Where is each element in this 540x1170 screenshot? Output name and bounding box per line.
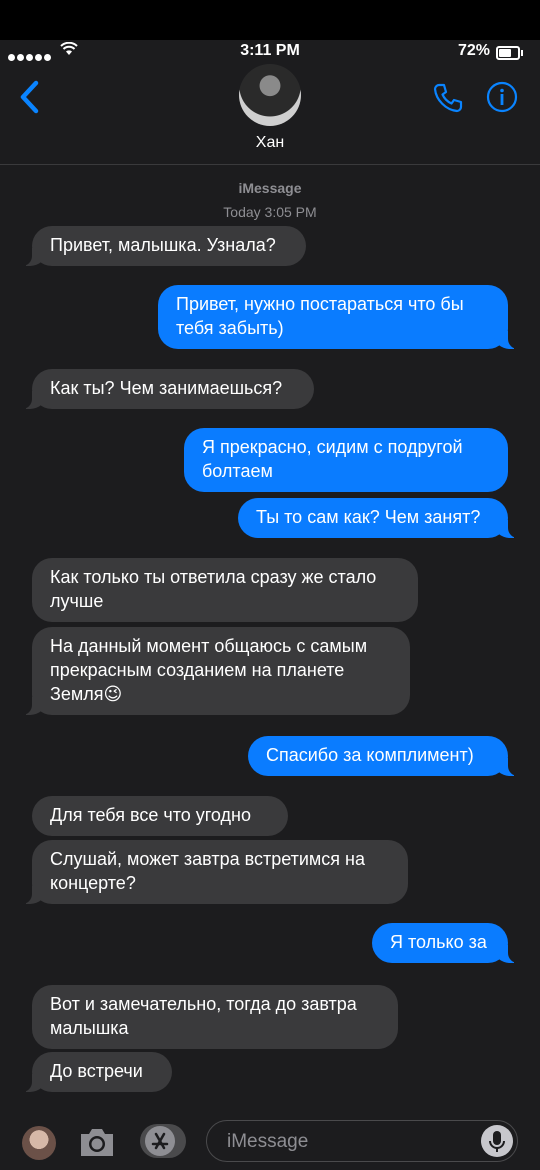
composer-bar xyxy=(0,1112,540,1170)
message-text: Как только ты ответила сразу же стало лу… xyxy=(50,567,377,611)
message-text: Привет, нужно постараться что бы тебя за… xyxy=(176,294,464,338)
info-icon xyxy=(486,81,518,113)
message-bubble[interactable]: Я прекрасно, сидим с подругой болтаем xyxy=(184,428,508,492)
message-text: Привет, малышка. Узнала? xyxy=(50,235,276,255)
message-text: Я только за xyxy=(390,932,487,952)
message-text: Как ты? Чем занимаешься? xyxy=(50,378,283,398)
microphone-icon xyxy=(489,1131,505,1152)
message-bubble[interactable]: Как ты? Чем занимаешься? xyxy=(20,369,314,409)
message-text: Спасибо за комплимент) xyxy=(266,745,474,765)
battery-percentage: 72% xyxy=(457,42,490,59)
back-button[interactable] xyxy=(18,80,42,119)
message-text: До встречи xyxy=(50,1061,143,1081)
dictation-button[interactable] xyxy=(481,1125,513,1157)
message-text: Ты то сам как? Чем занят? xyxy=(256,507,481,527)
chevron-left-icon xyxy=(20,80,39,114)
message-input[interactable] xyxy=(225,1129,469,1155)
app-store-icon xyxy=(145,1126,175,1156)
message-bubble[interactable]: Я только за xyxy=(372,923,520,963)
battery-icon xyxy=(496,46,523,60)
info-button[interactable] xyxy=(486,81,518,118)
message-input-field[interactable] xyxy=(206,1120,518,1162)
message-bubble[interactable]: Привет, нужно постараться что бы тебя за… xyxy=(158,285,520,349)
conversation-header: Хан xyxy=(0,64,540,165)
camera-button[interactable] xyxy=(78,1126,116,1163)
message-bubble[interactable]: Вот и замечательно, тогда до завтра малы… xyxy=(32,985,398,1049)
message-bubble[interactable]: До встречи xyxy=(20,1052,172,1092)
message-bubble[interactable]: Слушай, может завтра встретимся на конце… xyxy=(20,840,408,904)
message-bubble[interactable]: Ты то сам как? Чем занят? xyxy=(238,498,520,538)
app-store-button[interactable] xyxy=(140,1124,186,1158)
phone-icon xyxy=(433,83,463,113)
memoji-avatar-button[interactable] xyxy=(22,1126,56,1160)
message-text: Слушай, может завтра встретимся на конце… xyxy=(50,849,365,893)
thread-timestamp: Today 3:05 PM xyxy=(223,204,317,220)
contact-name[interactable]: Хан xyxy=(0,134,540,152)
message-bubble[interactable]: Как только ты ответила сразу же стало лу… xyxy=(32,558,418,622)
call-button[interactable] xyxy=(432,82,464,119)
top-black-bar xyxy=(0,0,540,40)
camera-icon xyxy=(81,1129,113,1156)
message-text: Я прекрасно, сидим с подругой болтаем xyxy=(202,437,463,481)
message-bubble[interactable]: Для тебя все что угодно xyxy=(32,796,288,836)
contact-avatar[interactable] xyxy=(239,64,301,126)
message-text: На данный момент общаюсь с самым прекрас… xyxy=(50,636,368,704)
message-text: Для тебя все что угодно xyxy=(50,805,251,825)
service-label: iMessage xyxy=(238,180,302,196)
message-bubble[interactable]: На данный момент общаюсь с самым прекрас… xyxy=(20,627,410,715)
message-bubble[interactable]: Спасибо за комплимент) xyxy=(248,736,520,776)
message-text: Вот и замечательно, тогда до завтра малы… xyxy=(50,994,357,1038)
status-bar: 3:11 PM 72% xyxy=(0,40,540,64)
message-bubble[interactable]: Привет, малышка. Узнала? xyxy=(20,226,306,266)
